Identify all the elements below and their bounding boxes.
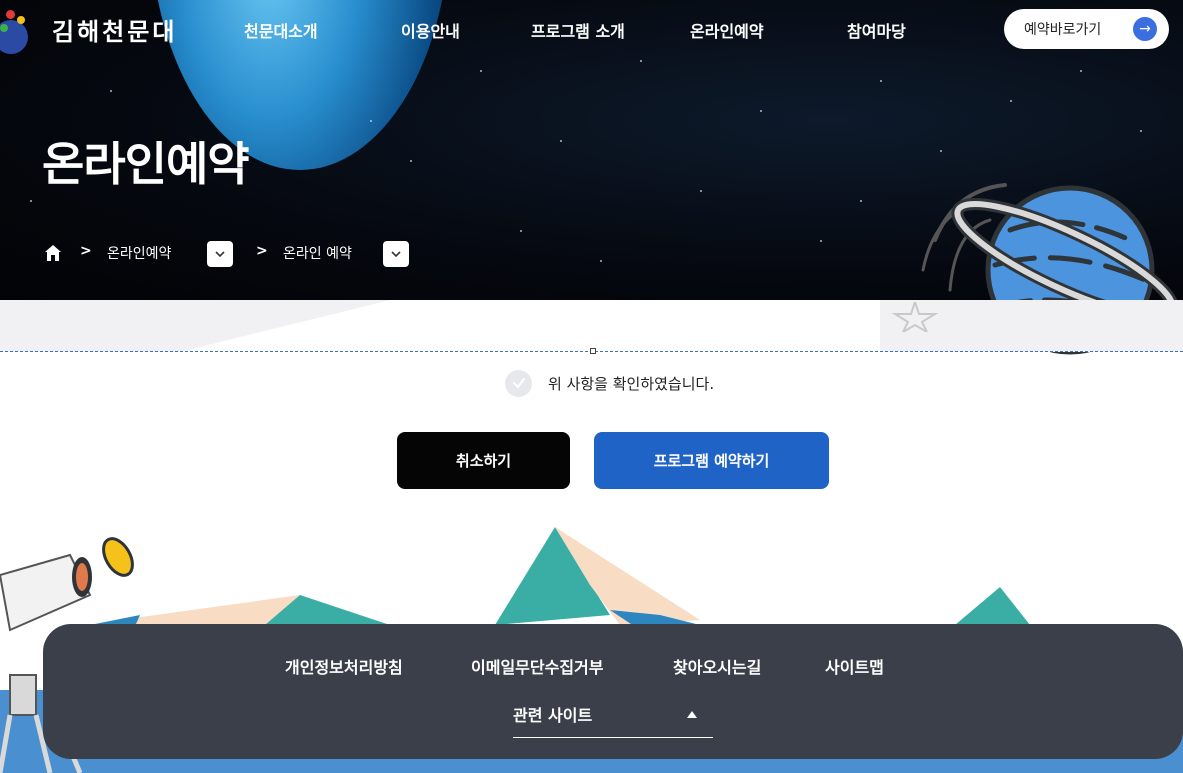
footer-link-sitemap[interactable]: 사이트맵 [825,654,884,678]
nav-item-programs[interactable]: 프로그램 소개 [531,18,625,42]
nav-item-about[interactable]: 천문대소개 [244,18,318,42]
breadcrumb-separator: > [256,243,268,259]
triangle-up-icon [687,711,697,718]
breadcrumb: > 온라인예약 > 온라인 예약 [44,240,464,268]
related-sites-select[interactable]: 관련 사이트 [513,696,713,738]
confirm-checkbox[interactable]: 위 사항을 확인하였습니다. [505,369,714,397]
chevron-down-icon [215,251,225,258]
nav-item-community[interactable]: 참여마당 [847,18,906,42]
main-nav: 천문대소개 이용안내 프로그램 소개 온라인예약 참여마당 [0,18,1000,42]
breadcrumb-separator: > [80,243,92,259]
breadcrumb-item-reservation[interactable]: 온라인예약 [107,243,171,263]
resize-handle[interactable] [590,348,596,354]
page-title: 온라인예약 [42,137,250,191]
star-outline-icon [891,302,939,332]
related-sites-label: 관련 사이트 [513,706,593,725]
quick-reserve-label: 예약바로가기 [1024,22,1102,38]
footer: 개인정보처리방침 이메일무단수집거부 찾아오시는길 사이트맵 관련 사이트 [43,624,1183,759]
check-icon[interactable] [505,369,532,397]
quick-reserve-button[interactable]: 예약바로가기 → [1004,9,1169,49]
footer-link-email-refusal[interactable]: 이메일무단수집거부 [471,654,603,678]
footer-link-directions[interactable]: 찾아오시는길 [673,654,761,678]
arrow-right-icon: → [1133,17,1157,41]
reserve-program-button[interactable]: 프로그램 예약하기 [594,432,829,489]
confirm-label: 위 사항을 확인하였습니다. [548,374,715,393]
nav-item-guide[interactable]: 이용안내 [401,18,460,42]
nav-item-reservation[interactable]: 온라인예약 [690,18,764,42]
decorative-strip [0,300,1183,352]
breadcrumb-item-online-reservation[interactable]: 온라인 예약 [283,243,352,263]
chevron-down-icon [391,251,401,258]
cancel-button[interactable]: 취소하기 [397,432,570,489]
breadcrumb-dropdown-button[interactable] [383,241,409,267]
breadcrumb-dropdown-button[interactable] [207,241,233,267]
home-icon[interactable] [44,244,62,262]
footer-link-privacy-policy[interactable]: 개인정보처리방침 [285,654,403,678]
